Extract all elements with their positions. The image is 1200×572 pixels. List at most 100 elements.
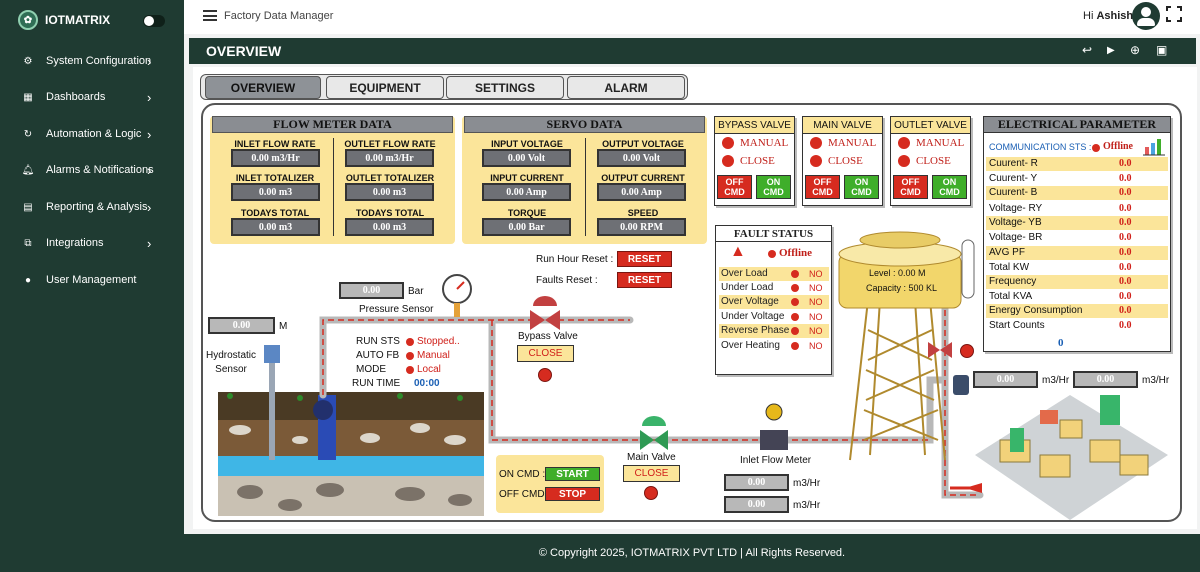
inlet-meter-value-1: 0.00 xyxy=(724,474,789,491)
outlet-today-value: 0.00 m3 xyxy=(345,218,434,236)
tank-level: Level : 0.00 M xyxy=(869,268,926,278)
inlet-meter-value-2: 0.00 xyxy=(724,496,789,513)
bypass-off-cmd-button[interactable]: OFF CMD xyxy=(717,175,752,199)
tank-capacity: Capacity : 500 KL xyxy=(866,283,938,293)
on-cmd-label: ON CMD : xyxy=(499,469,546,480)
run-sts-label: RUN STS xyxy=(356,336,400,347)
elec-row-voltage-br: Voltage- BR 0.0 xyxy=(989,232,1132,243)
outlet-valve-title: OUTLET VALVE xyxy=(891,117,970,134)
hydro-unit: M xyxy=(279,321,288,332)
elec-row-total-kw: Total KW 0.0 xyxy=(989,262,1132,273)
hydrostatic-sensor-label: Hydrostatic Sensor xyxy=(206,350,257,375)
elec-row-total-kva: Total KVA 0.0 xyxy=(989,291,1132,302)
hydro-value: 0.00 xyxy=(208,317,275,334)
inlet-meter-unit-2: m3/Hr xyxy=(793,500,821,511)
inlet-flow-meter-body xyxy=(760,430,788,450)
faults-reset-button[interactable]: RESET xyxy=(617,272,672,288)
outlet-flow-rate-label: OUTLET FLOW RATE xyxy=(344,139,436,149)
energy-chart-icon xyxy=(1143,139,1165,156)
inlet-meter-unit-1: m3/Hr xyxy=(793,478,821,489)
mode-value: Local xyxy=(417,364,441,375)
outlet-close-text: CLOSE xyxy=(916,155,951,167)
fault-row-under-voltage: Under Voltage NO xyxy=(721,311,823,322)
main-close-text: CLOSE xyxy=(828,155,863,167)
outlet-off-cmd-button[interactable]: OFF CMD xyxy=(893,175,928,199)
fault-row-over-load: Over Load NO xyxy=(719,267,829,281)
outlet-valve-indicator xyxy=(960,344,974,358)
fault-comm-status: Offline xyxy=(779,247,812,259)
input-current-value: 0.00 Amp xyxy=(482,183,571,201)
bypass-valve-state: CLOSE xyxy=(517,345,574,362)
pressure-sensor-label: Pressure Sensor xyxy=(359,304,434,315)
outlet-flow-unit-2: m3/Hr xyxy=(1142,375,1170,386)
fault-row-reverse-phase: Reverse Phase NO xyxy=(719,324,829,338)
bypass-manual-text: MANUAL xyxy=(740,137,789,149)
main-manual-text: MANUAL xyxy=(828,137,877,149)
pressure-unit: Bar xyxy=(408,286,424,297)
stop-button[interactable]: STOP xyxy=(545,487,600,501)
bypass-close-text: CLOSE xyxy=(740,155,775,167)
elec-row-current-b: Cuurent- B 0.0 xyxy=(986,186,1168,200)
elec-row-frequency: Frequency 0.0 xyxy=(986,275,1168,289)
elec-row-avg-pf: AVG PF 0.0 xyxy=(986,246,1168,260)
inlet-today-value: 0.00 m3 xyxy=(231,218,320,236)
outlet-on-cmd-button[interactable]: ON CMD xyxy=(932,175,967,199)
fault-status-title: FAULT STATUS xyxy=(716,226,831,242)
outlet-flow-value-2: 0.00 xyxy=(1073,371,1138,388)
run-hour-reset-label: Run Hour Reset : xyxy=(536,254,614,265)
output-voltage-value: 0.00 Volt xyxy=(597,149,686,167)
run-time-value: 00:00 xyxy=(414,378,440,389)
main-valve-indicator xyxy=(644,486,658,500)
speed-label: SPEED xyxy=(627,208,659,218)
elec-row-current-r: Cuurent- R 0.0 xyxy=(986,157,1168,171)
input-current-label: INPUT CURRENT xyxy=(490,173,564,183)
elec-row-voltage-ry: Voltage- RY 0.0 xyxy=(989,203,1132,214)
output-current-value: 0.00 Amp xyxy=(597,183,686,201)
off-cmd-label: OFF CMD : xyxy=(499,489,551,500)
fault-row-over-heating: Over Heating NO xyxy=(721,340,823,351)
run-time-label: RUN TIME xyxy=(352,378,401,389)
outlet-manual-text: MANUAL xyxy=(916,137,965,149)
rock-layer xyxy=(218,420,484,456)
input-voltage-label: INPUT VOLTAGE xyxy=(491,139,563,149)
speed-value: 0.00 RPM xyxy=(597,218,686,236)
alarm-siren-icon: ▲ xyxy=(730,243,746,260)
elec-row-energy: Energy Consumption 0.0 xyxy=(986,304,1168,318)
outlet-totalizer-label: OUTLET TOTALIZER xyxy=(345,173,435,183)
auto-fb-value: Manual xyxy=(417,350,450,361)
fault-row-over-voltage: Over Voltage NO xyxy=(719,295,829,309)
copyright-text: © Copyright 2025, IOTMATRIX PVT LTD | Al… xyxy=(538,547,846,559)
main-off-cmd-button[interactable]: OFF CMD xyxy=(805,175,840,199)
comm-status-value: Offline xyxy=(1103,141,1133,152)
output-current-label: OUTPUT CURRENT xyxy=(601,173,685,183)
fault-row-under-load: Under Load NO xyxy=(721,282,823,293)
electrical-footer-value: 0 xyxy=(1058,337,1064,349)
outlet-today-label: TODAYS TOTAL xyxy=(355,208,425,218)
bypass-valve-indicator xyxy=(538,368,552,382)
auto-fb-label: AUTO FB xyxy=(356,350,400,361)
main-on-cmd-button[interactable]: ON CMD xyxy=(844,175,879,199)
water-layer xyxy=(218,456,484,476)
inlet-today-label: TODAYS TOTAL xyxy=(240,208,310,218)
main-valve-label: Main Valve xyxy=(627,452,676,463)
faults-reset-label: Faults Reset : xyxy=(536,275,598,286)
input-voltage-value: 0.00 Volt xyxy=(482,149,571,167)
outlet-totalizer-value: 0.00 m3 xyxy=(345,183,434,201)
comm-status-label: COMMUNICATION STS : xyxy=(989,142,1092,152)
elec-row-current-y: Cuurent- Y 0.0 xyxy=(989,173,1132,184)
inlet-totalizer-label: INLET TOTALIZER xyxy=(235,173,315,183)
run-sts-value: Stopped.. xyxy=(417,336,460,347)
main-valve-title: MAIN VALVE xyxy=(803,117,882,134)
bypass-on-cmd-button[interactable]: ON CMD xyxy=(756,175,791,199)
servo-title: SERVO DATA xyxy=(464,116,705,133)
outlet-flow-unit-1: m3/Hr xyxy=(1042,375,1070,386)
mode-label: MODE xyxy=(356,364,386,375)
electrical-title: ELECTRICAL PARAMETER xyxy=(984,117,1170,133)
inlet-totalizer-value: 0.00 m3 xyxy=(231,183,320,201)
run-hour-reset-button[interactable]: RESET xyxy=(617,251,672,267)
torque-label: TORQUE xyxy=(507,208,547,218)
torque-value: 0.00 Bar xyxy=(482,218,571,236)
footer: © Copyright 2025, IOTMATRIX PVT LTD | Al… xyxy=(184,534,1200,572)
elec-row-voltage-yb: Voltage- YB 0.0 xyxy=(986,216,1168,230)
start-button[interactable]: START xyxy=(545,467,600,481)
